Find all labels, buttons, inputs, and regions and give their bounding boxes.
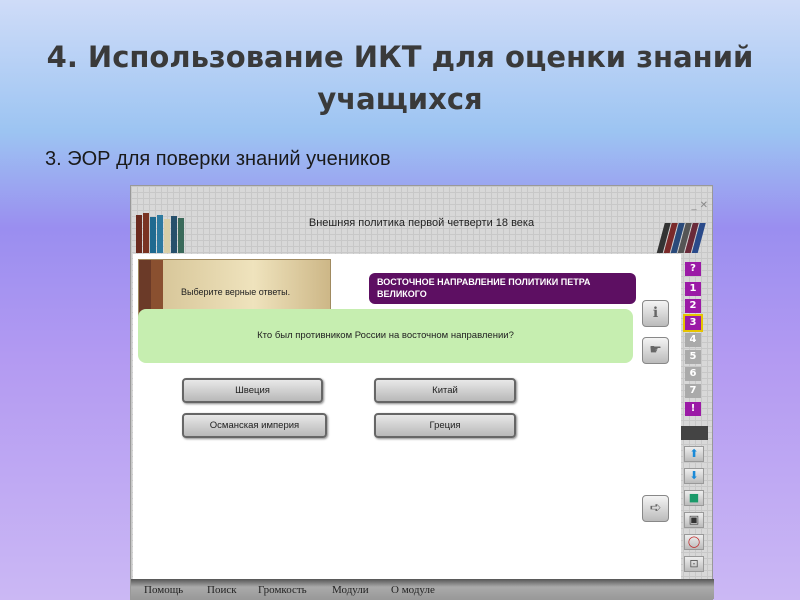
camera-icon[interactable]: ▣ xyxy=(684,512,704,528)
down-arrow-icon[interactable]: ⬇ xyxy=(684,468,704,484)
answer-button[interactable]: Китай xyxy=(374,378,516,403)
nav-help[interactable]: ? xyxy=(685,262,701,276)
answer-button[interactable]: Османская империя xyxy=(182,413,327,438)
bottom-menu: Помощь Поиск Громкость Модули О модуле xyxy=(131,579,714,599)
up-arrow-icon[interactable]: ⬆ xyxy=(684,446,704,462)
nav-question-5[interactable]: 5 xyxy=(685,350,701,364)
nav-question-3[interactable]: 3 xyxy=(683,314,703,332)
nav-question-1[interactable]: 1 xyxy=(685,282,701,296)
content-area: Выберите верные ответы. ВОСТОЧНОЕ НАПРАВ… xyxy=(133,254,681,581)
answer-button[interactable]: Швеция xyxy=(182,378,323,403)
slide-subtitle: 3. ЭОР для поверки знаний учеников xyxy=(45,148,391,170)
nav-question-2[interactable]: 2 xyxy=(685,299,701,313)
question-text: Кто был противником России на восточном … xyxy=(138,309,633,363)
divider xyxy=(681,426,708,440)
close-icon[interactable]: _ ✕ xyxy=(691,200,708,211)
menu-search[interactable]: Поиск xyxy=(207,584,237,596)
answer-button[interactable]: Греция xyxy=(374,413,516,438)
expand-icon[interactable]: ⊡ xyxy=(684,556,704,572)
instruction-text: Выберите верные ответы. xyxy=(181,287,291,297)
menu-volume[interactable]: Громкость xyxy=(258,584,307,596)
topic-banner: ВОСТОЧНОЕ НАПРАВЛЕНИЕ ПОЛИТИКИ ПЕТРА ВЕЛ… xyxy=(369,273,636,304)
eor-window: _ ✕ Внешняя политика первой четверти 18 … xyxy=(130,185,714,600)
cursor-hint-icon[interactable]: ☛ xyxy=(642,337,669,364)
next-arrow-icon[interactable]: ➪ xyxy=(642,495,669,522)
menu-help[interactable]: Помощь xyxy=(144,584,183,596)
nav-question-6[interactable]: 6 xyxy=(685,367,701,381)
module-title: Внешняя политика первой четверти 18 века xyxy=(308,217,535,229)
slide-title: 4. Использование ИКТ для оценки знаний у… xyxy=(46,40,754,116)
cube-icon[interactable]: ■ xyxy=(684,490,704,506)
lifebuoy-icon[interactable]: ◯ xyxy=(684,534,704,550)
info-icon[interactable]: ℹ xyxy=(642,300,669,327)
menu-modules[interactable]: Модули xyxy=(332,584,369,596)
nav-result[interactable]: ! xyxy=(685,402,701,416)
nav-question-7[interactable]: 7 xyxy=(685,384,701,398)
nav-question-4[interactable]: 4 xyxy=(685,333,701,347)
menu-about[interactable]: О модуле xyxy=(391,584,435,596)
